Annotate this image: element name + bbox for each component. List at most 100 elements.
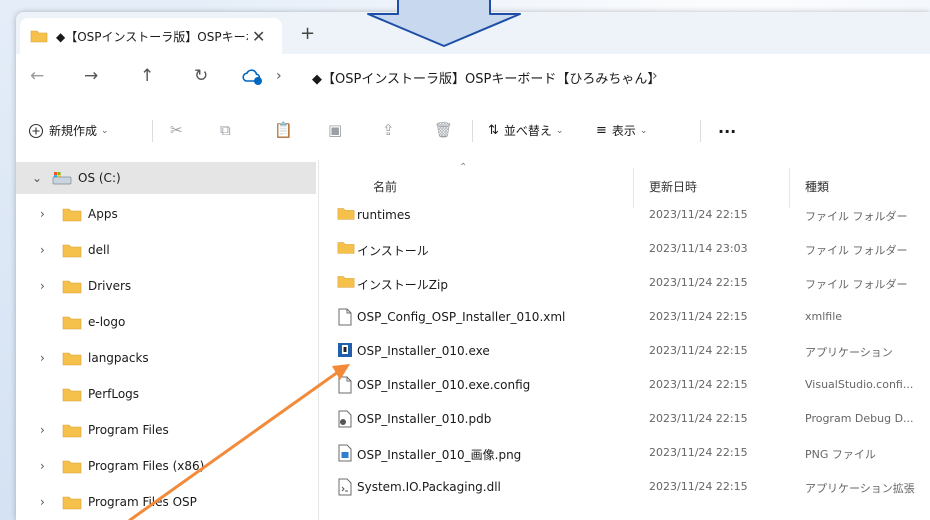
drive-icon xyxy=(52,172,72,185)
command-divider xyxy=(700,120,701,142)
file-type: xmlfile xyxy=(805,310,843,323)
folder-icon xyxy=(337,242,355,254)
refresh-button[interactable]: ↻ xyxy=(194,66,208,86)
dll-icon xyxy=(338,478,352,496)
file-type: ファイル フォルダー xyxy=(805,244,908,257)
file-date: 2023/11/24 22:15 xyxy=(649,378,748,391)
view-lines-icon: ≡ xyxy=(596,123,607,138)
tree-item-program-files-x86[interactable]: › Program Files (x86) xyxy=(16,450,316,482)
file-row[interactable]: OSP_Installer_010.exe 2023/11/24 22:15 ア… xyxy=(319,334,930,368)
copy-icon[interactable]: ⧉ xyxy=(220,121,231,139)
folder-icon xyxy=(62,496,82,509)
file-date: 2023/11/24 22:15 xyxy=(649,276,748,289)
tree-item-os-c[interactable]: ⌄ OS (C:) xyxy=(16,162,316,194)
navigation-pane: ⌄ OS (C:) › Apps › dell › Drivers e-logo… xyxy=(16,160,319,520)
tree-item-label: dell xyxy=(88,243,110,257)
file-row[interactable]: OSP_Installer_010_画像.png 2023/11/24 22:1… xyxy=(319,436,930,470)
pdb-icon xyxy=(338,410,352,428)
new-item-button[interactable]: 新規作成 ⌄ xyxy=(28,122,109,139)
file-icon xyxy=(338,376,352,394)
chevron-right-icon[interactable]: › xyxy=(40,243,45,257)
new-tab-button[interactable]: + xyxy=(300,23,315,44)
file-type: アプリケーション xyxy=(805,346,893,359)
file-name: OSP_Installer_010.exe xyxy=(357,344,490,358)
chevron-down-icon: ⌄ xyxy=(101,125,109,136)
file-row[interactable]: OSP_Installer_010.exe.config 2023/11/24 … xyxy=(319,368,930,402)
file-name: OSP_Installer_010.exe.config xyxy=(357,378,531,392)
file-row[interactable]: OSP_Installer_010.pdb 2023/11/24 22:15 P… xyxy=(319,402,930,436)
file-type: アプリケーション拡張 xyxy=(805,482,915,495)
folder-icon xyxy=(62,352,82,365)
file-list: ⌃ 名前 更新日時 種類 runtimes 2023/11/24 22:15 フ… xyxy=(319,160,930,520)
file-date: 2023/11/24 22:15 xyxy=(649,208,748,221)
folder-icon xyxy=(62,280,82,293)
file-row[interactable]: System.IO.Packaging.dll 2023/11/24 22:15… xyxy=(319,470,930,504)
file-row[interactable]: OSP_Config_OSP_Installer_010.xml 2023/11… xyxy=(319,300,930,334)
tree-item-label: Drivers xyxy=(88,279,132,293)
tree-item-label: Program Files xyxy=(88,423,169,437)
chevron-right-icon[interactable]: › xyxy=(40,351,45,365)
chevron-right-icon[interactable]: › xyxy=(40,459,45,473)
tab-bar: ◆【OSPインストーラ版】OSPキーボ· ✕ + xyxy=(16,12,930,54)
chevron-down-icon: ⌄ xyxy=(639,125,648,136)
tree-item-drivers[interactable]: › Drivers xyxy=(16,270,316,302)
chevron-right-icon[interactable]: › xyxy=(40,495,45,509)
tree-item-e-logo[interactable]: e-logo xyxy=(16,306,316,338)
view-label: 表示 xyxy=(611,124,636,138)
folder-icon xyxy=(337,208,355,220)
onedrive-home-icon[interactable] xyxy=(242,67,264,87)
tree-item-apps[interactable]: › Apps xyxy=(16,198,316,230)
file-name: OSP_Installer_010_画像.png xyxy=(357,448,522,462)
column-header-modified[interactable]: 更新日時 xyxy=(649,178,697,195)
up-button[interactable]: ↑ xyxy=(140,66,154,86)
file-date: 2023/11/24 22:15 xyxy=(649,480,748,493)
sort-icon: ⇅ xyxy=(488,123,499,138)
paste-icon[interactable]: 📋 xyxy=(274,121,293,139)
sort-button[interactable]: ⇅ 並べ替え ⌄ xyxy=(488,122,563,139)
sort-label: 並べ替え xyxy=(503,124,552,138)
file-row[interactable]: インストール 2023/11/14 23:03 ファイル フォルダー xyxy=(319,232,930,266)
folder-icon xyxy=(30,30,48,43)
share-icon[interactable]: ⇪ xyxy=(382,121,395,139)
file-name: OSP_Installer_010.pdb xyxy=(357,412,492,426)
address-separator: › xyxy=(276,68,282,84)
address-bar-row: ← → ↑ ↻ › ◆【OSPインストーラ版】OSPキーボード【ひろみちゃん】 … xyxy=(16,54,930,103)
folder-icon xyxy=(62,244,82,257)
file-type: VisualStudio.confi... xyxy=(805,378,914,391)
file-type: Program Debug D... xyxy=(805,412,914,425)
back-button[interactable]: ← xyxy=(30,66,44,86)
more-options-button[interactable]: ··· xyxy=(718,122,736,141)
file-row[interactable]: runtimes 2023/11/24 22:15 ファイル フォルダー xyxy=(319,198,930,232)
forward-button[interactable]: → xyxy=(84,66,98,86)
chevron-right-icon[interactable]: › xyxy=(40,423,45,437)
file-row[interactable]: インストールZip 2023/11/24 22:15 ファイル フォルダー xyxy=(319,266,930,300)
cut-icon[interactable]: ✂ xyxy=(170,121,183,139)
folder-icon xyxy=(62,208,82,221)
tree-item-program-files[interactable]: › Program Files xyxy=(16,414,316,446)
delete-icon[interactable]: 🗑 xyxy=(434,121,453,139)
tree-item-program-files-osp[interactable]: › Program Files OSP xyxy=(16,486,316,518)
tree-item-langpacks[interactable]: › langpacks xyxy=(16,342,316,374)
tree-item-label: PerfLogs xyxy=(88,387,140,401)
tab-current-folder[interactable]: ◆【OSPインストーラ版】OSPキーボ· ✕ xyxy=(20,18,282,54)
tree-item-label: langpacks xyxy=(88,351,149,365)
chevron-right-icon[interactable]: › xyxy=(40,279,45,293)
chevron-down-icon[interactable]: ⌄ xyxy=(32,171,42,185)
column-header-type[interactable]: 種類 xyxy=(805,178,829,195)
tree-item-label: Program Files OSP xyxy=(88,495,197,509)
view-button[interactable]: ≡ 表示 ⌄ xyxy=(596,122,647,139)
tree-item-label: e-logo xyxy=(88,315,126,329)
column-header-name[interactable]: 名前 xyxy=(373,178,397,195)
address-separator-end[interactable]: › xyxy=(652,68,658,84)
tree-item-label: OS (C:) xyxy=(78,171,121,185)
rename-icon[interactable]: ▣ xyxy=(328,121,342,139)
tab-close-icon[interactable]: ✕ xyxy=(252,27,265,46)
address-path[interactable]: ◆【OSPインストーラ版】OSPキーボード【ひろみちゃん】 xyxy=(312,68,660,87)
chevron-right-icon[interactable]: › xyxy=(40,207,45,221)
tab-title: ◆【OSPインストーラ版】OSPキーボ· xyxy=(56,29,248,44)
chevron-down-icon: ⌄ xyxy=(555,125,564,136)
tree-item-label: Apps xyxy=(88,207,118,221)
file-name: OSP_Config_OSP_Installer_010.xml xyxy=(357,310,566,324)
tree-item-dell[interactable]: › dell xyxy=(16,234,316,266)
tree-item-perflogs[interactable]: PerfLogs xyxy=(16,378,316,410)
